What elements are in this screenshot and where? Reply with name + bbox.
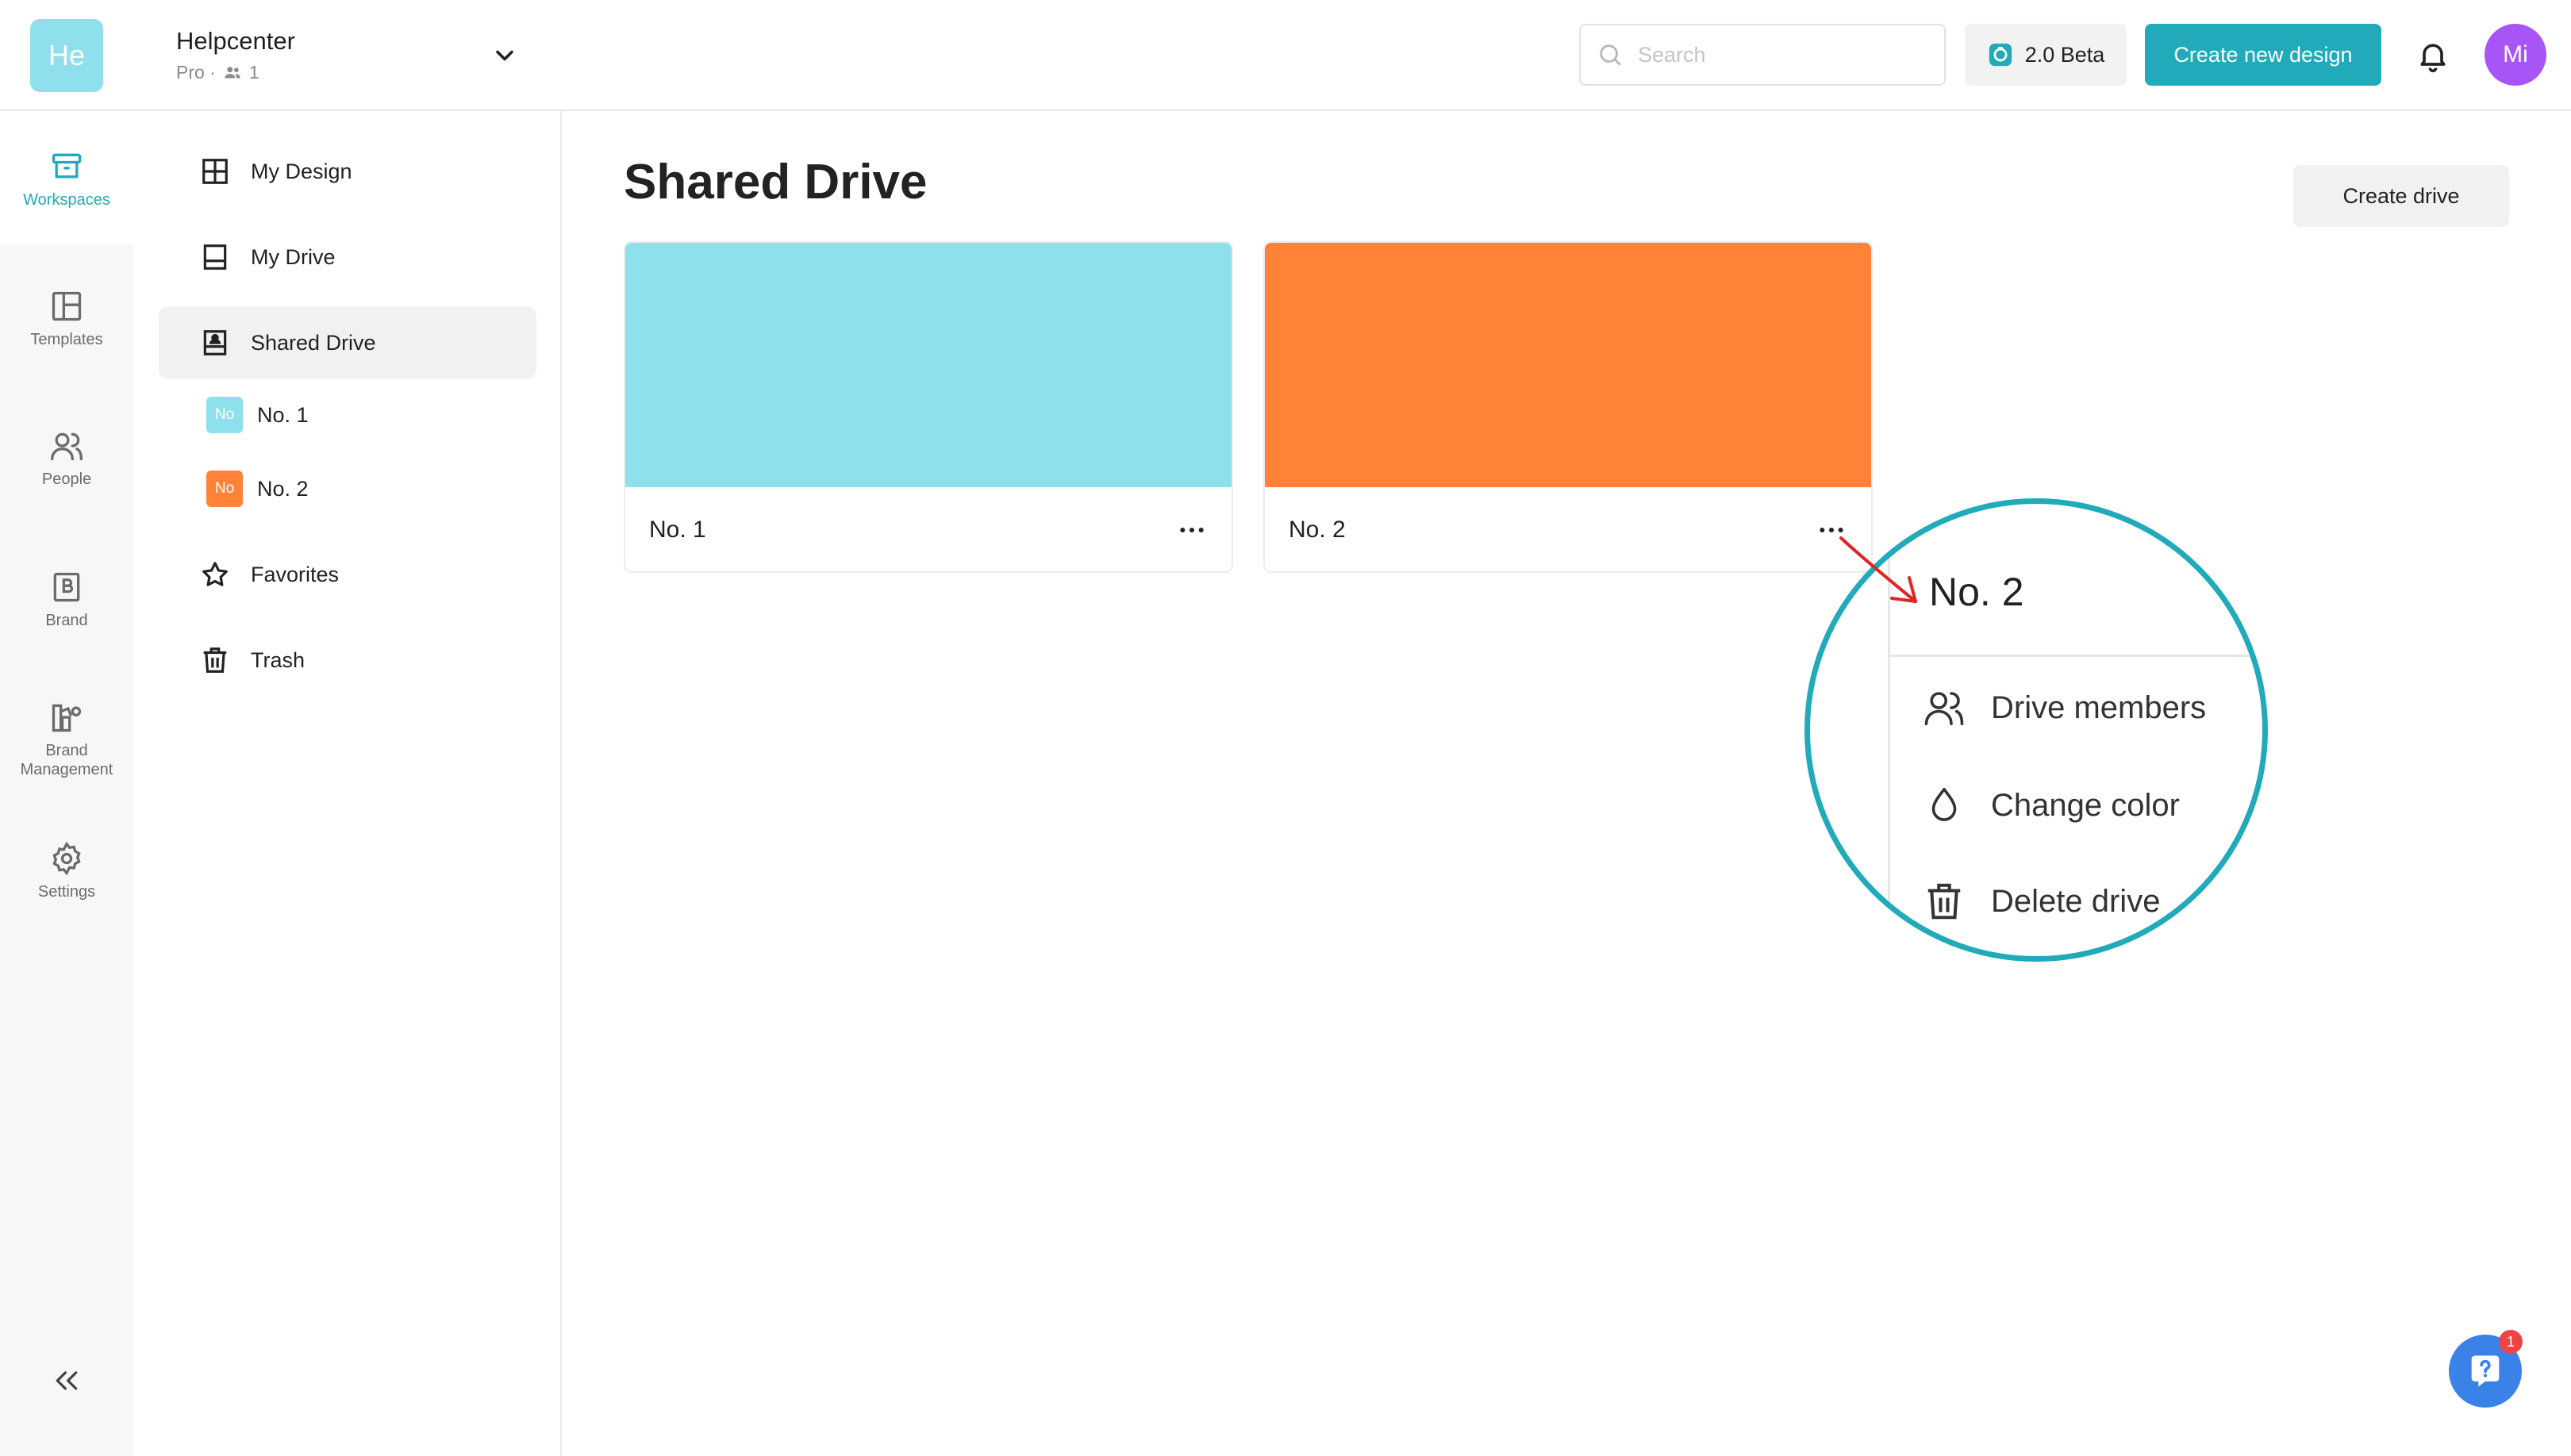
sidebar-subitem-no-1[interactable]: No No. 1 bbox=[206, 397, 309, 433]
menu-item-change-color[interactable]: Change color bbox=[1923, 784, 2180, 827]
context-menu-title: No. 2 bbox=[1929, 570, 2024, 614]
drive-icon bbox=[203, 244, 227, 270]
sidebar-subitem-no-2[interactable]: No No. 2 bbox=[206, 471, 309, 507]
sidebar-item-label: Favorites bbox=[251, 562, 340, 586]
rail-label: Workspaces bbox=[23, 191, 110, 209]
gear-icon bbox=[52, 841, 81, 876]
workspace-plan: Pro · bbox=[176, 62, 216, 83]
drive-card-name: No. 2 bbox=[1289, 517, 1346, 543]
help-question-icon bbox=[2471, 1355, 2500, 1387]
menu-item-label: Change color bbox=[1991, 787, 2180, 823]
rail-label: People bbox=[41, 471, 92, 488]
callout-arrow bbox=[1839, 536, 1917, 603]
workspace-name[interactable]: Helpcenter bbox=[176, 27, 295, 56]
drive-card-color[interactable] bbox=[625, 243, 1232, 487]
star-icon bbox=[202, 562, 228, 586]
workspace-logo[interactable]: He bbox=[30, 19, 103, 92]
chevron-down-icon[interactable] bbox=[490, 41, 519, 70]
create-new-design-button[interactable]: Create new design bbox=[2145, 24, 2381, 86]
menu-item-delete-drive[interactable]: Delete drive bbox=[1923, 880, 2160, 923]
rail-item-people[interactable]: People bbox=[0, 428, 133, 489]
rail-item-settings[interactable]: Settings bbox=[0, 841, 133, 901]
rail-item-brand-management[interactable]: Brand Management bbox=[0, 700, 133, 779]
search-input[interactable] bbox=[1638, 42, 1923, 67]
beta-label: 2.0 Beta bbox=[2024, 42, 2105, 67]
rail-item-workspaces[interactable]: Workspaces bbox=[0, 149, 133, 209]
rail-label: Settings bbox=[37, 883, 96, 901]
brand-icon bbox=[53, 572, 80, 602]
sidebar-item-my-design[interactable]: My Design bbox=[159, 135, 536, 208]
people-icon bbox=[1924, 692, 1964, 726]
more-horizontal-icon[interactable] bbox=[1176, 514, 1208, 546]
menu-divider bbox=[1888, 655, 2262, 657]
sidebar-item-my-drive[interactable]: My Drive bbox=[159, 221, 536, 294]
sidebar-subitem-label: No. 2 bbox=[257, 476, 309, 501]
rail-label: Templates bbox=[30, 331, 103, 348]
sidebar-item-shared-drive[interactable]: Shared Drive bbox=[159, 306, 536, 379]
page-title: Shared Drive bbox=[624, 155, 928, 209]
brand-management-icon bbox=[52, 704, 82, 732]
rail-label: Brand Management bbox=[20, 742, 113, 778]
layout-icon bbox=[52, 291, 82, 321]
beta-button[interactable]: 2.0 Beta bbox=[1965, 24, 2127, 86]
workspace-meta: Pro · 1 bbox=[176, 62, 259, 83]
members-icon bbox=[225, 66, 240, 78]
trash-icon bbox=[203, 647, 227, 673]
menu-item-label: Drive members bbox=[1991, 690, 2207, 725]
drive-card-name: No. 1 bbox=[649, 517, 706, 543]
sidebar-item-trash[interactable]: Trash bbox=[159, 624, 536, 697]
search-icon bbox=[1600, 44, 1621, 66]
user-avatar[interactable]: Mi bbox=[2485, 24, 2546, 86]
rail-label: Brand bbox=[45, 612, 88, 629]
top-bar: He Helpcenter Pro · 1 2.0 Beta Create ne… bbox=[0, 0, 2571, 111]
workspace-member-count: 1 bbox=[248, 62, 259, 83]
sidebar: My Design My Drive Shared Drive No No. 1… bbox=[133, 111, 562, 1456]
icon-rail: Workspaces Templates People Brand Brand … bbox=[0, 111, 133, 1456]
rail-item-templates[interactable]: Templates bbox=[0, 289, 133, 349]
menu-item-label: Delete drive bbox=[1991, 883, 2161, 919]
drive-card-no-1[interactable]: No. 1 bbox=[624, 241, 1233, 573]
drive-card-color[interactable] bbox=[1265, 243, 1871, 487]
archive-icon bbox=[52, 153, 82, 179]
beta-app-icon bbox=[1989, 43, 2012, 67]
sidebar-item-label: Shared Drive bbox=[251, 330, 376, 355]
droplet-icon bbox=[1931, 787, 1957, 821]
people-icon bbox=[51, 432, 83, 461]
chevrons-left-icon[interactable] bbox=[51, 1365, 83, 1396]
drive-chip: No bbox=[206, 471, 243, 507]
drive-chip: No bbox=[206, 397, 243, 433]
sidebar-item-favorites[interactable]: Favorites bbox=[159, 538, 536, 611]
grid-icon bbox=[202, 159, 228, 184]
create-drive-button[interactable]: Create drive bbox=[2293, 165, 2509, 227]
drive-card-footer: No. 2 bbox=[1265, 487, 1871, 571]
bell-icon[interactable] bbox=[2415, 36, 2450, 75]
drive-card-footer: No. 1 bbox=[625, 487, 1232, 571]
sidebar-item-label: Trash bbox=[251, 647, 306, 672]
trash-icon bbox=[1927, 883, 1961, 920]
sidebar-subitem-label: No. 1 bbox=[257, 402, 309, 427]
menu-item-drive-members[interactable]: Drive members bbox=[1923, 686, 2206, 729]
help-notification-badge: 1 bbox=[2499, 1330, 2523, 1354]
search-box[interactable] bbox=[1579, 24, 1946, 86]
rail-item-brand[interactable]: Brand bbox=[0, 570, 133, 630]
shared-drive-icon bbox=[203, 330, 227, 355]
drive-card-no-2[interactable]: No. 2 bbox=[1263, 241, 1873, 573]
sidebar-item-label: My Design bbox=[251, 159, 352, 183]
sidebar-item-label: My Drive bbox=[251, 244, 336, 269]
